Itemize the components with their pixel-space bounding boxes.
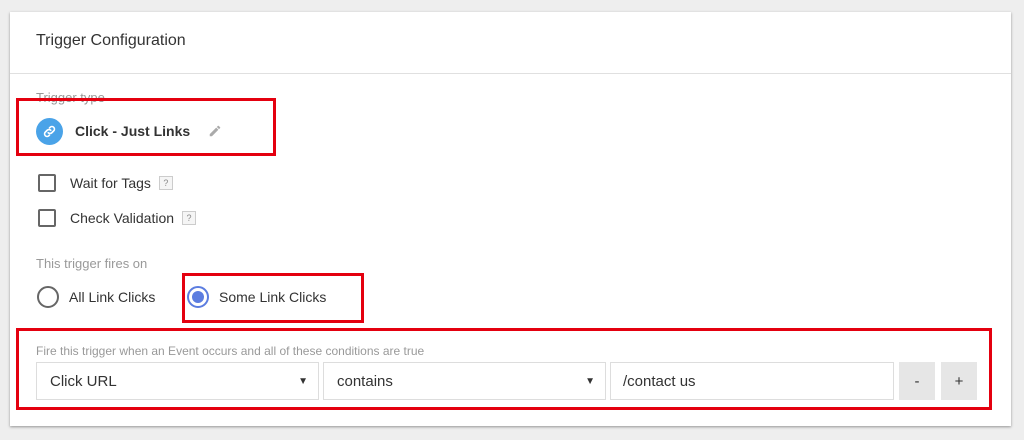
check-validation-option[interactable]: Check Validation ? bbox=[38, 207, 197, 229]
all-link-clicks-label: All Link Clicks bbox=[69, 289, 156, 305]
trigger-type-name: Click - Just Links bbox=[75, 123, 191, 139]
remove-condition-button[interactable]: - bbox=[899, 362, 935, 400]
link-icon bbox=[36, 117, 63, 145]
condition-row: Click URL ▼ contains ▼ - + bbox=[36, 362, 977, 400]
check-validation-checkbox[interactable] bbox=[38, 209, 56, 227]
some-link-clicks-option[interactable]: Some Link Clicks bbox=[187, 285, 326, 309]
wait-for-tags-label: Wait for Tags bbox=[70, 175, 151, 191]
variable-select[interactable]: Click URL ▼ bbox=[36, 362, 319, 400]
conditions-label: Fire this trigger when an Event occurs a… bbox=[36, 344, 425, 358]
wait-for-tags-option[interactable]: Wait for Tags ? bbox=[38, 172, 173, 194]
chevron-down-icon: ▼ bbox=[585, 375, 595, 387]
some-link-clicks-radio[interactable] bbox=[187, 286, 209, 308]
check-validation-label: Check Validation bbox=[70, 210, 175, 226]
trigger-type-selector[interactable]: Click - Just Links bbox=[36, 117, 222, 145]
variable-select-value: Click URL bbox=[50, 372, 117, 390]
wait-for-tags-checkbox[interactable] bbox=[38, 174, 56, 192]
add-condition-button[interactable]: + bbox=[941, 362, 977, 400]
radio-selected-dot bbox=[192, 291, 204, 303]
fires-on-label: This trigger fires on bbox=[36, 256, 148, 271]
card-header: Trigger Configuration bbox=[10, 12, 1011, 74]
operator-select-value: contains bbox=[337, 372, 393, 390]
operator-select[interactable]: contains ▼ bbox=[323, 362, 606, 400]
trigger-type-label: Trigger type bbox=[36, 90, 105, 105]
help-icon[interactable]: ? bbox=[158, 176, 173, 190]
condition-value-input[interactable] bbox=[610, 362, 894, 400]
chevron-down-icon: ▼ bbox=[298, 375, 308, 387]
help-icon[interactable]: ? bbox=[182, 211, 197, 225]
some-link-clicks-label: Some Link Clicks bbox=[219, 289, 327, 305]
all-link-clicks-radio[interactable] bbox=[37, 286, 59, 308]
trigger-configuration-card: Trigger Configuration Trigger type Click… bbox=[10, 12, 1011, 426]
all-link-clicks-option[interactable]: All Link Clicks bbox=[37, 285, 155, 309]
pencil-icon[interactable] bbox=[208, 124, 222, 138]
card-title: Trigger Configuration bbox=[36, 32, 186, 49]
